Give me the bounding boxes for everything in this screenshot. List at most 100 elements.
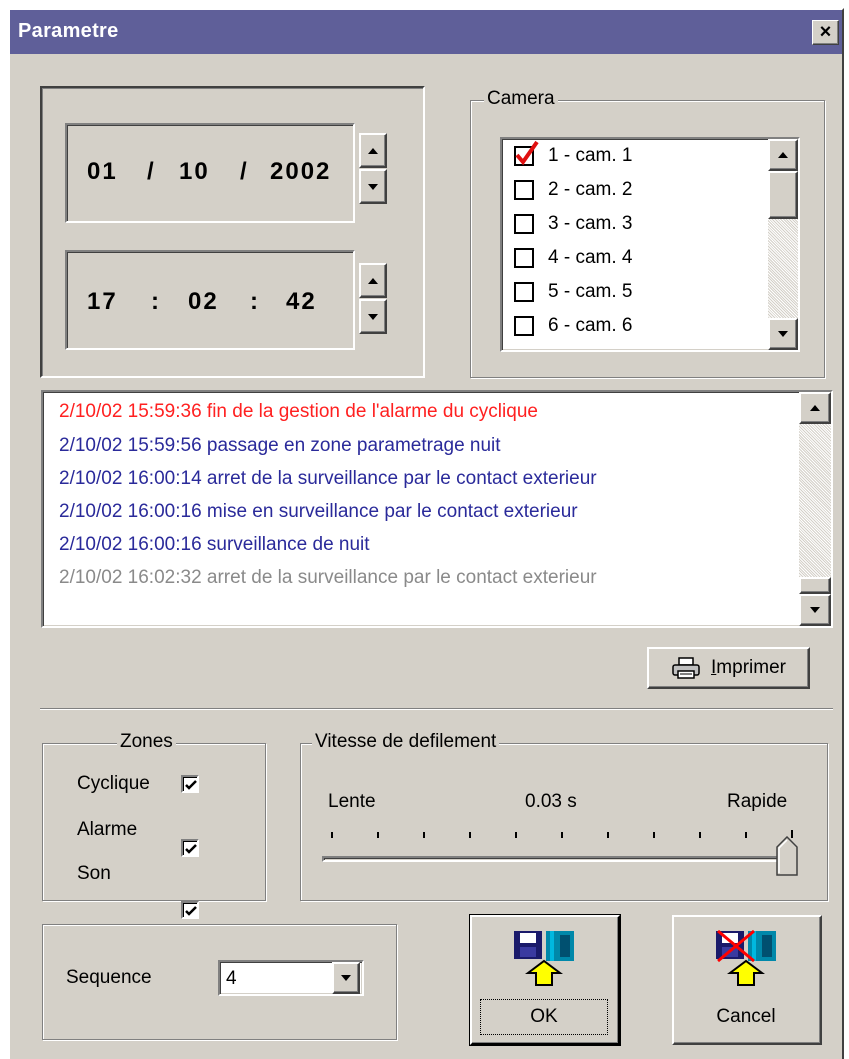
- camera-label: 4 - cam. 4: [548, 247, 633, 268]
- log-scroll-thumb[interactable]: [799, 577, 831, 594]
- camera-item[interactable]: 3 - cam. 3: [514, 207, 632, 241]
- sequence-value: 4: [226, 968, 237, 989]
- title-bar: Parametre ×: [10, 10, 842, 54]
- log-line: 2/10/02 15:59:36 fin de la gestion de l'…: [59, 401, 538, 423]
- camera-item[interactable]: 1 - cam. 1: [514, 139, 632, 173]
- time-spin-down-button[interactable]: [359, 299, 387, 334]
- speed-slider-ticks: [331, 830, 793, 838]
- arrow-down-icon: [368, 313, 378, 320]
- camera-label: 3 - cam. 3: [548, 213, 633, 234]
- cancel-button-label: Cancel: [716, 1006, 776, 1027]
- date-spin-down-button[interactable]: [359, 169, 387, 204]
- print-label-rest: mprimer: [716, 657, 786, 678]
- log-text: 2/10/02 16:00:14 arret de la surveillanc…: [59, 468, 597, 489]
- event-log: 2/10/02 15:59:36 fin de la gestion de l'…: [41, 390, 833, 628]
- log-line: 2/10/02 15:59:56 passage en zone paramet…: [59, 435, 501, 457]
- camera-scroll-down-button[interactable]: [768, 318, 798, 350]
- date-sep-1: /: [147, 158, 156, 185]
- speed-group: Vitesse de defilement: [300, 731, 828, 901]
- checkmark-icon: [185, 780, 197, 790]
- zones-group-title: Zones: [117, 731, 176, 753]
- close-button[interactable]: ×: [812, 20, 839, 45]
- zone-alarme-label: Alarme: [77, 819, 138, 840]
- ok-focus-rect: OK: [480, 999, 608, 1035]
- camera-item[interactable]: 4 - cam. 4: [514, 241, 632, 275]
- date-spin-up-button[interactable]: [359, 133, 387, 168]
- camera-checkbox[interactable]: [514, 248, 534, 268]
- log-text: 2/10/02 16:02:32 arret de la surveillanc…: [59, 567, 597, 588]
- cancel-disk-icon: [716, 929, 776, 986]
- log-text: 2/10/02 15:59:56 passage en zone paramet…: [59, 435, 501, 456]
- log-line: 2/10/02 16:00:14 arret de la surveillanc…: [59, 468, 597, 490]
- camera-checkbox[interactable]: [514, 316, 534, 336]
- zones-group: Zones: [42, 731, 266, 901]
- date-month: 10: [179, 158, 210, 185]
- zone-son-label: Son: [77, 863, 111, 884]
- cancel-button[interactable]: Cancel: [672, 915, 822, 1045]
- arrow-down-icon: [778, 331, 788, 337]
- log-scroll-up-button[interactable]: [799, 392, 831, 424]
- save-disk-icon: [514, 931, 574, 986]
- time-spin-up-button[interactable]: [359, 263, 387, 298]
- sequence-select[interactable]: 4: [218, 960, 364, 996]
- log-line: 2/10/02 16:00:16 mise en surveillance pa…: [59, 501, 578, 523]
- date-sep-2: /: [240, 158, 249, 185]
- camera-label: 5 - cam. 5: [548, 281, 633, 302]
- print-button[interactable]: Imprimer: [647, 647, 810, 689]
- time-second: 42: [286, 288, 317, 315]
- sequence-label: Sequence: [66, 967, 152, 988]
- checkmark-icon: [185, 844, 197, 854]
- arrow-up-icon: [778, 152, 788, 158]
- camera-checkbox[interactable]: [514, 140, 539, 166]
- parametre-dialog: Parametre × 01 / 10 / 2002 17 : 02 : 4 2 …: [8, 8, 844, 1059]
- time-sep-1: :: [151, 288, 161, 315]
- camera-checkbox[interactable]: [514, 282, 534, 302]
- camera-group-title: Camera: [484, 88, 558, 110]
- print-button-label: Imprimer: [711, 657, 786, 679]
- arrow-up-icon: [368, 277, 378, 284]
- camera-label: 1 - cam. 1: [548, 145, 633, 166]
- chevron-down-icon: [341, 975, 351, 981]
- close-icon: ×: [819, 21, 832, 43]
- camera-scroll-thumb[interactable]: [768, 171, 798, 219]
- speed-value-label: 0.03 s: [525, 791, 577, 812]
- log-line: 2/10/02 16:00:16 surveillance de nuit: [59, 534, 370, 556]
- camera-checkbox[interactable]: [514, 180, 534, 200]
- speed-min-label: Lente: [328, 791, 376, 812]
- ok-button-label: OK: [530, 1006, 558, 1027]
- time-hour: 17: [87, 288, 118, 315]
- separator: [40, 708, 833, 710]
- camera-checkbox[interactable]: [514, 214, 534, 234]
- date-year: 2002: [270, 158, 332, 185]
- time-minute: 02: [188, 288, 219, 315]
- date-day: 01: [87, 158, 118, 185]
- zone-son-checkbox[interactable]: [181, 901, 199, 919]
- speed-max-label: Rapide: [727, 791, 788, 812]
- camera-scroll-up-button[interactable]: [768, 139, 798, 171]
- checkmark-icon: [185, 906, 197, 916]
- log-text: 2/10/02 16:00:16 mise en surveillance pa…: [59, 501, 578, 522]
- zone-alarme-checkbox[interactable]: [181, 839, 199, 857]
- camera-item[interactable]: 5 - cam. 5: [514, 275, 632, 309]
- window-title: Parametre: [18, 20, 119, 42]
- log-text: 2/10/02 16:00:16 surveillance de nuit: [59, 534, 370, 555]
- ok-button[interactable]: OK: [470, 915, 620, 1045]
- camera-label: 6 - cam. 6: [548, 315, 633, 336]
- sequence-dropdown-button[interactable]: [332, 962, 360, 994]
- log-scroll-down-button[interactable]: [799, 594, 831, 626]
- camera-item[interactable]: 6 - cam. 6: [514, 309, 632, 343]
- speed-slider-thumb[interactable]: [776, 836, 798, 876]
- camera-label: 2 - cam. 2: [548, 179, 633, 200]
- arrow-down-icon: [810, 607, 820, 613]
- time-sep-2: :: [250, 288, 260, 315]
- zone-cyclique-label: Cyclique: [77, 773, 150, 794]
- camera-item[interactable]: 2 - cam. 2: [514, 173, 632, 207]
- arrow-up-icon: [368, 147, 378, 154]
- printer-icon: [672, 657, 700, 679]
- time-field[interactable]: 17 : 02 : 42: [65, 250, 355, 350]
- speed-slider-track[interactable]: [322, 856, 796, 862]
- zone-cyclique-checkbox[interactable]: [181, 775, 199, 793]
- log-text: 2/10/02 15:59:36 fin de la gestion de l'…: [59, 401, 538, 422]
- log-line: 2/10/02 16:02:32 arret de la surveillanc…: [59, 567, 597, 589]
- date-field[interactable]: 01 / 10 / 2002: [65, 123, 355, 223]
